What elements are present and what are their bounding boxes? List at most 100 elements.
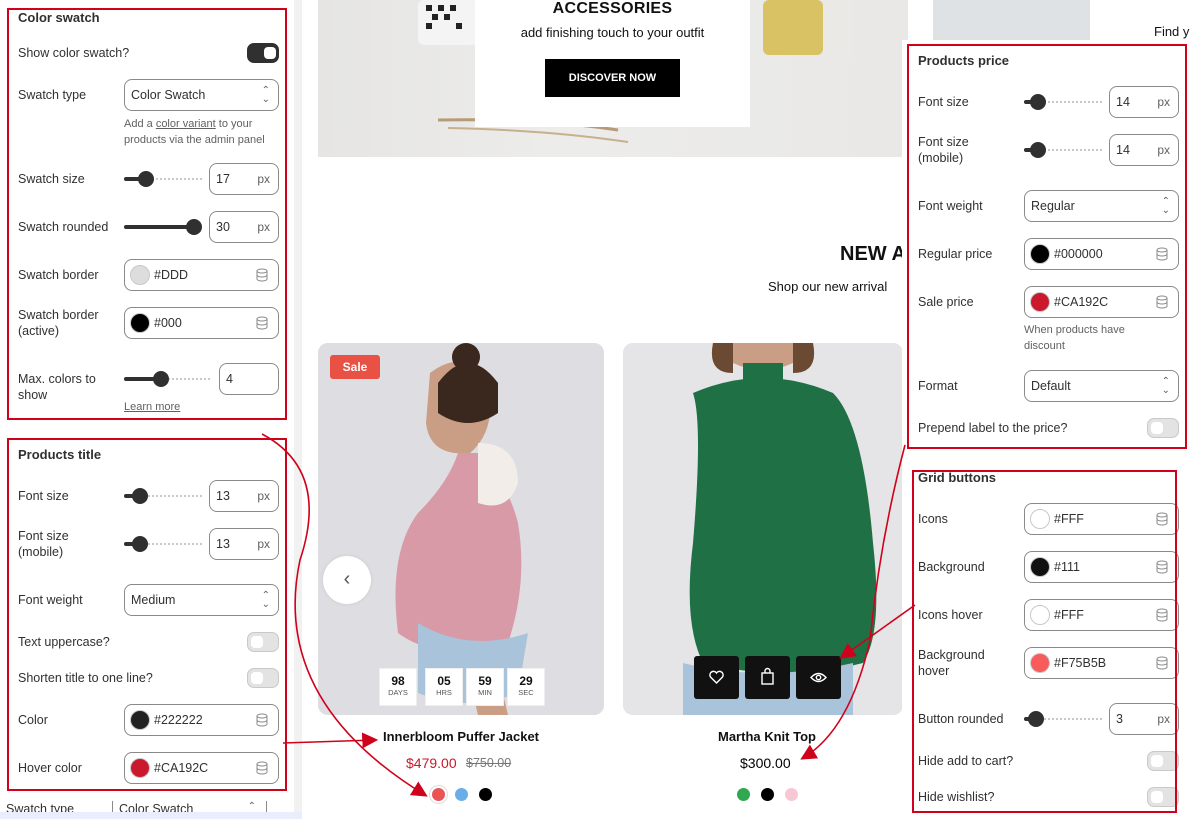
- hide-add-to-cart-toggle[interactable]: [1147, 751, 1179, 771]
- database-icon[interactable]: [256, 761, 268, 775]
- database-icon[interactable]: [1156, 608, 1168, 622]
- swatch-border-active-color-field[interactable]: #000: [124, 307, 279, 339]
- input-value: 17: [216, 172, 230, 186]
- price-font-size-input[interactable]: 14 px: [1109, 86, 1179, 118]
- swatch-pink[interactable]: [785, 788, 798, 801]
- color-dot[interactable]: [1030, 509, 1050, 529]
- price-font-size-mobile-input[interactable]: 14 px: [1109, 134, 1179, 166]
- grid-icons-hover-color-field[interactable]: #FFF: [1024, 599, 1179, 631]
- product-image-puffer-jacket[interactable]: [318, 343, 604, 715]
- unit-label: px: [257, 220, 270, 234]
- wishlist-button[interactable]: [694, 656, 739, 699]
- database-icon[interactable]: [1156, 295, 1168, 309]
- slider-thumb[interactable]: [132, 536, 148, 552]
- hide-wishlist-toggle[interactable]: [1147, 787, 1179, 807]
- color-value: #222222: [154, 713, 203, 727]
- sale-price-color-field[interactable]: #CA192C: [1024, 286, 1179, 318]
- price-font-weight-select[interactable]: Regular ⌃ ⌄: [1024, 190, 1179, 222]
- price-format-select[interactable]: Default ⌃ ⌄: [1024, 370, 1179, 402]
- color-variant-link[interactable]: color variant: [156, 118, 216, 130]
- database-icon[interactable]: [1156, 512, 1168, 526]
- swatch-size-input[interactable]: 17 px: [209, 163, 279, 195]
- swatch-type-select[interactable]: Color Swatch ⌃ ⌄: [124, 79, 279, 111]
- toggle-knob: [1151, 755, 1163, 767]
- slider-thumb[interactable]: [132, 488, 148, 504]
- product-price: $300.00: [740, 755, 791, 771]
- database-icon[interactable]: [1156, 247, 1168, 261]
- database-icon[interactable]: [256, 268, 268, 282]
- label-line: (active): [18, 324, 59, 338]
- title-font-size-slider[interactable]: [124, 488, 202, 504]
- left-scrollbar[interactable]: [294, 0, 302, 819]
- swatch-black[interactable]: [761, 788, 774, 801]
- max-colors-slider[interactable]: [124, 371, 212, 387]
- slider-thumb[interactable]: [1028, 711, 1044, 727]
- database-icon[interactable]: [256, 713, 268, 727]
- add-to-cart-button[interactable]: [745, 656, 790, 699]
- swatch-red[interactable]: [432, 788, 445, 801]
- color-dot[interactable]: [1030, 244, 1050, 264]
- color-dot[interactable]: [130, 758, 150, 778]
- slider-thumb[interactable]: [153, 371, 169, 387]
- swatch-black[interactable]: [479, 788, 492, 801]
- countdown-number: 29: [519, 674, 533, 688]
- database-icon[interactable]: [1156, 656, 1168, 670]
- button-rounded-input[interactable]: 3 px: [1109, 703, 1179, 735]
- color-dot[interactable]: [130, 710, 150, 730]
- hero-subtitle: add finishing touch to your outfit: [520, 25, 705, 40]
- title-color-field[interactable]: #222222: [124, 704, 279, 736]
- slider-thumb[interactable]: [186, 219, 202, 235]
- button-rounded-slider[interactable]: [1024, 711, 1102, 727]
- color-dot[interactable]: [1030, 557, 1050, 577]
- color-dot[interactable]: [1030, 605, 1050, 625]
- swatch-rounded-input[interactable]: 30 px: [209, 211, 279, 243]
- title-font-size-input[interactable]: 13 px: [209, 480, 279, 512]
- title-font-weight-select[interactable]: Medium ⌃ ⌄: [124, 584, 279, 616]
- regular-price-color-field[interactable]: #000000: [1024, 238, 1179, 270]
- learn-more-link[interactable]: Learn more: [124, 401, 180, 413]
- slider-thumb[interactable]: [1030, 94, 1046, 110]
- title-font-size-mobile-slider[interactable]: [124, 536, 202, 552]
- grid-background-color-field[interactable]: #111: [1024, 551, 1179, 583]
- discover-now-button[interactable]: DISCOVER NOW: [545, 59, 680, 97]
- swatch-border-color-field[interactable]: #DDD: [124, 259, 279, 291]
- input-value: 14: [1116, 143, 1130, 157]
- chevron-left-icon: ‹: [343, 568, 351, 590]
- product-title[interactable]: Innerbloom Puffer Jacket: [318, 729, 604, 744]
- price-font-size-mobile-slider[interactable]: [1024, 142, 1102, 158]
- color-dot[interactable]: [1030, 653, 1050, 673]
- database-icon[interactable]: [256, 316, 268, 330]
- swatch-blue[interactable]: [455, 788, 468, 801]
- color-value: #111: [1054, 560, 1080, 574]
- title-font-size-mobile-label: Font size (mobile): [18, 528, 69, 560]
- color-dot[interactable]: [130, 313, 150, 333]
- label-line: Font size: [918, 135, 969, 149]
- database-icon[interactable]: [1156, 560, 1168, 574]
- color-dot[interactable]: [130, 265, 150, 285]
- max-colors-input[interactable]: 4: [219, 363, 279, 395]
- uppercase-toggle[interactable]: [247, 632, 279, 652]
- swatch-size-slider[interactable]: [124, 171, 202, 187]
- label-line: Max. colors to: [18, 372, 96, 386]
- swatch-green[interactable]: [737, 788, 750, 801]
- title-hover-color-field[interactable]: #CA192C: [124, 752, 279, 784]
- prepend-label-label: Prepend label to the price?: [918, 421, 1068, 435]
- grid-icons-color-field[interactable]: #FFF: [1024, 503, 1179, 535]
- slider-thumb[interactable]: [138, 171, 154, 187]
- color-dot[interactable]: [1030, 292, 1050, 312]
- show-swatch-toggle[interactable]: [247, 43, 279, 63]
- title-font-size-mobile-input[interactable]: 13 px: [209, 528, 279, 560]
- prepend-label-toggle[interactable]: [1147, 418, 1179, 438]
- grid-background-hover-color-field[interactable]: #F75B5B: [1024, 647, 1179, 679]
- swatch-rounded-slider[interactable]: [124, 219, 202, 235]
- carousel-prev-button[interactable]: ‹: [323, 556, 371, 604]
- grid-icons-hover-label: Icons hover: [918, 608, 983, 622]
- unit-label: px: [257, 537, 270, 551]
- quick-view-button[interactable]: [796, 656, 841, 699]
- chevron-up-down-icon: ⌃ ⌄: [261, 590, 270, 610]
- color-value: #000000: [1054, 247, 1103, 261]
- shorten-title-toggle[interactable]: [247, 668, 279, 688]
- product-title[interactable]: Martha Knit Top: [623, 729, 911, 744]
- price-font-size-slider[interactable]: [1024, 94, 1102, 110]
- slider-thumb[interactable]: [1030, 142, 1046, 158]
